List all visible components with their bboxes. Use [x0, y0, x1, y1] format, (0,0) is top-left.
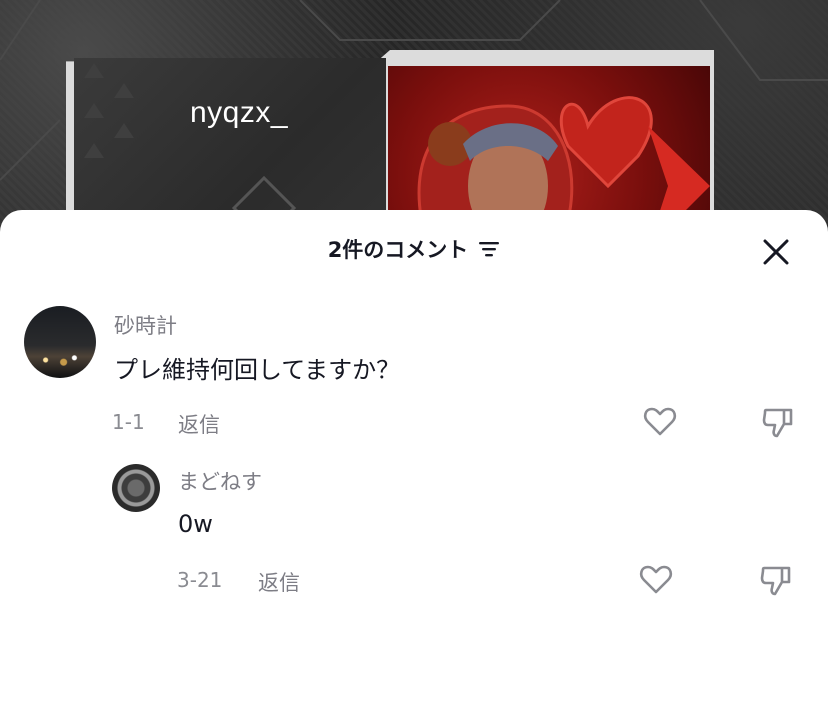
comments-count-title: 2件のコメント	[327, 238, 469, 262]
sort-icon[interactable]	[478, 240, 500, 258]
reply-button[interactable]: 返信	[258, 567, 300, 597]
dislike-icon[interactable]	[758, 562, 794, 598]
like-icon[interactable]	[638, 562, 674, 598]
dislike-icon[interactable]	[760, 404, 796, 440]
comment-text: プレ維持何回してますか？	[114, 356, 401, 384]
avatar[interactable]	[24, 306, 96, 378]
player-username: nyqzx_	[190, 96, 289, 129]
reply-button[interactable]: 返信	[178, 409, 220, 439]
comments-header: 2件のコメント	[0, 210, 828, 290]
comment-date: 1-1	[112, 410, 145, 434]
comment-text: 0w	[178, 510, 213, 538]
like-icon[interactable]	[642, 404, 678, 440]
comments-title-row: 2件のコメント	[0, 234, 828, 264]
comment-author[interactable]: 砂時計	[114, 310, 177, 340]
comments-sheet: 2件のコメント 砂時計 プレ維持何回してますか？ 1-1 返信 まどねす 0w …	[0, 210, 828, 724]
close-icon[interactable]	[760, 236, 792, 268]
comment-author[interactable]: まどねす	[178, 466, 262, 496]
comment-date: 3-21	[177, 568, 223, 592]
avatar[interactable]	[112, 464, 160, 512]
